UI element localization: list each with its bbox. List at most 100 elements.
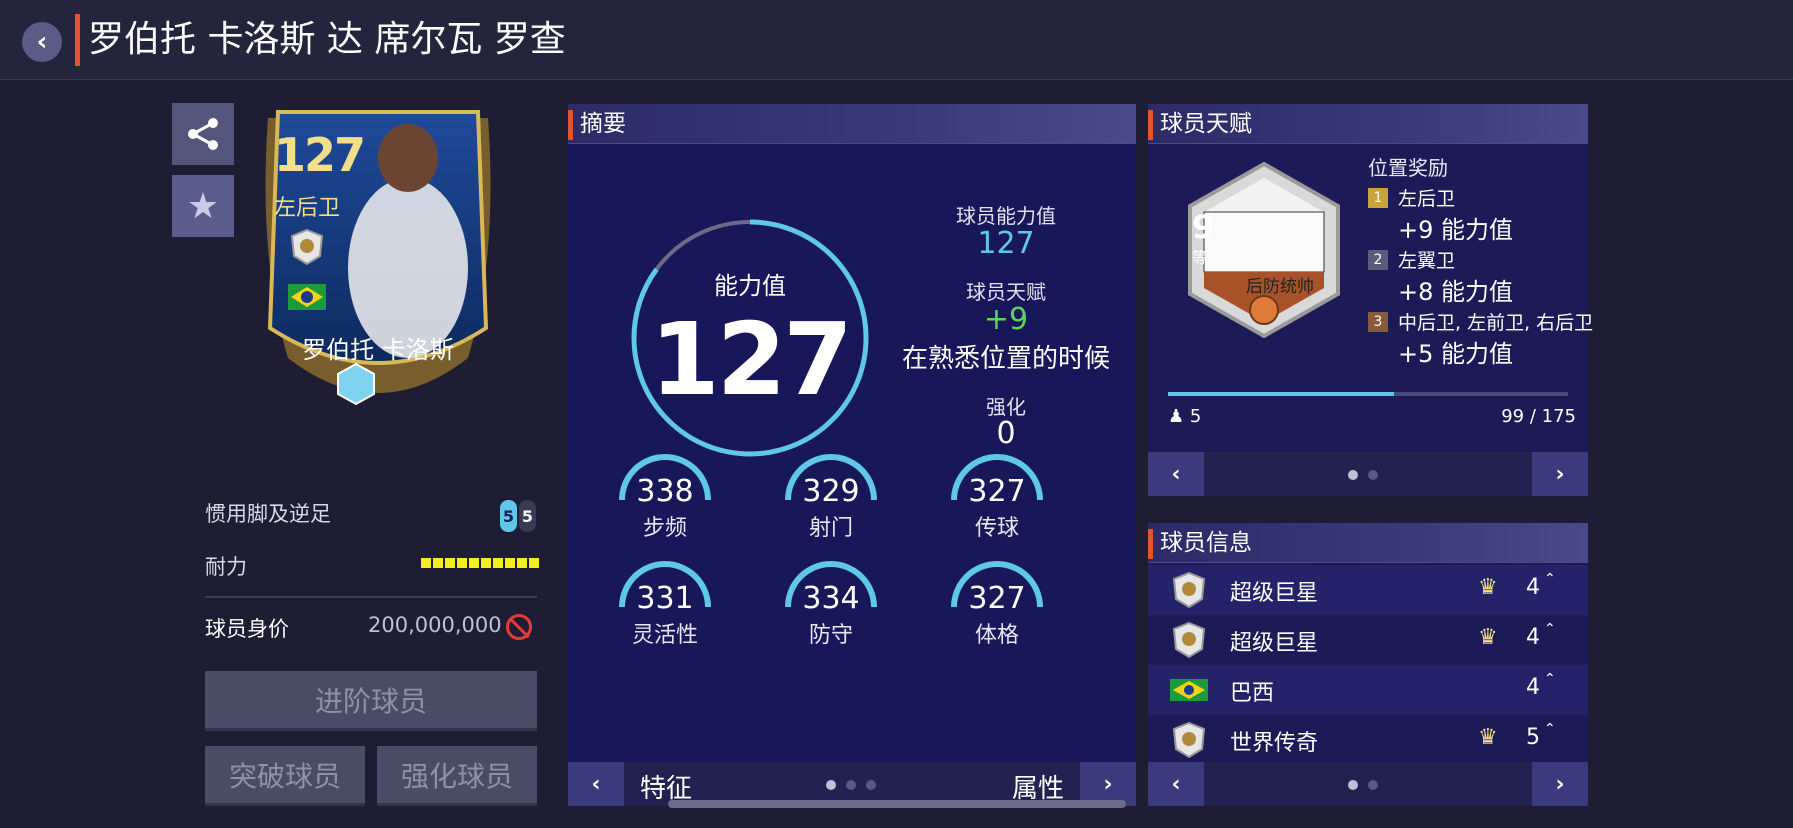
not-tradable-icon [506, 614, 532, 640]
people-count: ♟ 5 [1168, 406, 1201, 427]
attribute-value: 338 [636, 474, 694, 509]
panel-accent [1148, 529, 1153, 559]
crown-icon: ♛ [1478, 575, 1498, 600]
icon-badge-icon [1172, 721, 1206, 759]
chevron-up-icon: ⌃ [1544, 571, 1556, 587]
horizontal-scrollbar[interactable] [668, 800, 1126, 808]
attribute-label: 传球 [974, 516, 1019, 541]
title-accent [75, 14, 80, 66]
weak-foot-badges: 5 5 [500, 500, 536, 532]
position-bonus-title: 位置奖励 [1368, 156, 1448, 180]
ovr-label: 球员能力值 [956, 204, 1056, 228]
crown-icon: ♛ [1478, 725, 1498, 750]
advance-player-button[interactable]: 进阶球员 [205, 671, 537, 731]
icon-badge [290, 228, 324, 266]
attribute-value: 331 [636, 581, 694, 616]
page-dot[interactable] [866, 780, 876, 790]
bonus-rank: 2 [1368, 250, 1388, 270]
info-prev-button[interactable]: ‹ [1148, 762, 1204, 806]
icon-badge-icon [1172, 571, 1206, 609]
info-next-button[interactable]: › [1532, 762, 1588, 806]
card-position: 左后卫 [274, 196, 341, 221]
page-dot[interactable] [846, 780, 856, 790]
panel-accent [568, 110, 573, 140]
bonus-value: +9 能力值 [1398, 216, 1514, 244]
stamina-segment [457, 558, 467, 568]
trait-tier: 9 [1192, 208, 1215, 246]
breakthrough-player-button[interactable]: 突破球员 [205, 746, 365, 806]
attribute-label: 体格 [974, 623, 1019, 648]
traits-footer: ‹ › [1148, 452, 1588, 496]
page-dot[interactable] [1348, 470, 1358, 480]
info-header: 球员信息 [1148, 523, 1588, 563]
stamina-segment [517, 558, 527, 568]
summary-panel: 摘要 能力值 127 球员能力值 127 球员天赋 +9 在熟悉位置的时候 强化… [568, 104, 1136, 806]
foot-label: 惯用脚及逆足 [205, 502, 331, 526]
stamina-segment [469, 558, 479, 568]
trait-progress-text: 99 / 175 [1501, 406, 1576, 427]
page-dot[interactable] [826, 780, 836, 790]
attribute-gauge: 331 灵活性 [610, 557, 720, 667]
page-dots [1348, 780, 1378, 790]
attribute-label: 射门 [808, 516, 853, 541]
info-count: 4 [1526, 675, 1540, 700]
info-label: 巴西 [1230, 681, 1275, 706]
trait-progress-bar [1168, 392, 1568, 396]
enhance-player-button[interactable]: 强化球员 [377, 746, 537, 806]
icon-badge-icon [1172, 621, 1206, 659]
attribute-value: 327 [968, 474, 1026, 509]
favorite-button[interactable]: ★ [172, 175, 234, 237]
person-icon: ♟ [1168, 406, 1185, 427]
page-title: 罗伯托 卡洛斯 达 席尔瓦 罗查 [88, 19, 566, 60]
trait-progress-fill [1168, 392, 1395, 396]
info-row[interactable]: 超级巨星 ♛ 4 ⌃ [1148, 565, 1588, 615]
info-count: 5 [1526, 725, 1540, 750]
attribute-gauge: 329 射门 [776, 450, 886, 560]
info-label: 世界传奇 [1230, 731, 1319, 756]
star-icon: ★ [186, 185, 220, 227]
attribute-value: 327 [968, 581, 1026, 616]
bonus-position: 左翼卫 [1398, 250, 1456, 272]
attribute-value: 329 [802, 474, 860, 509]
bonus-rank: 3 [1368, 312, 1388, 332]
player-card: 127 左后卫 罗伯托 卡洛斯 [238, 98, 518, 428]
attribute-label: 防守 [808, 623, 853, 648]
foot-badge-left: 5 [500, 500, 517, 532]
traits-next-button[interactable]: › [1532, 452, 1588, 496]
back-button[interactable]: ‹ [22, 22, 62, 62]
bonus-value: +8 能力值 [1398, 278, 1514, 306]
stamina-bar [421, 558, 539, 568]
share-button[interactable] [172, 103, 234, 165]
stamina-segment [529, 558, 539, 568]
page-dot[interactable] [1368, 780, 1378, 790]
info-row[interactable]: 巴西 4 ⌃ [1148, 665, 1588, 715]
attribute-gauge: 327 传球 [942, 450, 1052, 560]
trait-tier-label: 等级 [1192, 248, 1225, 267]
info-row[interactable]: 超级巨星 ♛ 4 ⌃ [1148, 615, 1588, 665]
talent-value: +9 [983, 302, 1029, 337]
traits-header: 球员天赋 [1148, 104, 1588, 144]
attribute-label: 步频 [642, 516, 687, 541]
page-dots [1348, 470, 1378, 480]
traits-prev-button[interactable]: ‹ [1148, 452, 1204, 496]
crown-icon: ♛ [1478, 625, 1498, 650]
bonus-rank: 1 [1368, 188, 1388, 208]
bonus-value: +5 能力值 [1398, 340, 1514, 368]
info-label: 超级巨星 [1230, 581, 1319, 606]
traits-title: 球员天赋 [1160, 111, 1252, 137]
page-dot[interactable] [1368, 470, 1378, 480]
page-dot[interactable] [1348, 780, 1358, 790]
player-value: 200,000,000 [368, 613, 502, 637]
info-title: 球员信息 [1160, 530, 1252, 556]
ring-value: 127 [650, 301, 853, 418]
player-info-panel: 球员信息 超级巨星 ♛ 4 ⌃ 超级巨星 ♛ 4 ⌃ 巴西 4 ⌃ 世界传奇 ♛ 5 ⌃ ‹ › [1148, 523, 1588, 806]
stamina-segment [493, 558, 503, 568]
talent-label: 球员天赋 [966, 280, 1046, 304]
summary-prev-button[interactable]: ‹ [568, 762, 624, 806]
foot-badge-right: 5 [519, 500, 536, 532]
summary-title: 摘要 [580, 111, 626, 137]
info-row[interactable]: 世界传奇 ♛ 5 ⌃ [1148, 715, 1588, 765]
brazil-flag-icon [1170, 679, 1208, 701]
card-name: 罗伯托 卡洛斯 [302, 336, 454, 364]
page-dots [826, 780, 876, 790]
